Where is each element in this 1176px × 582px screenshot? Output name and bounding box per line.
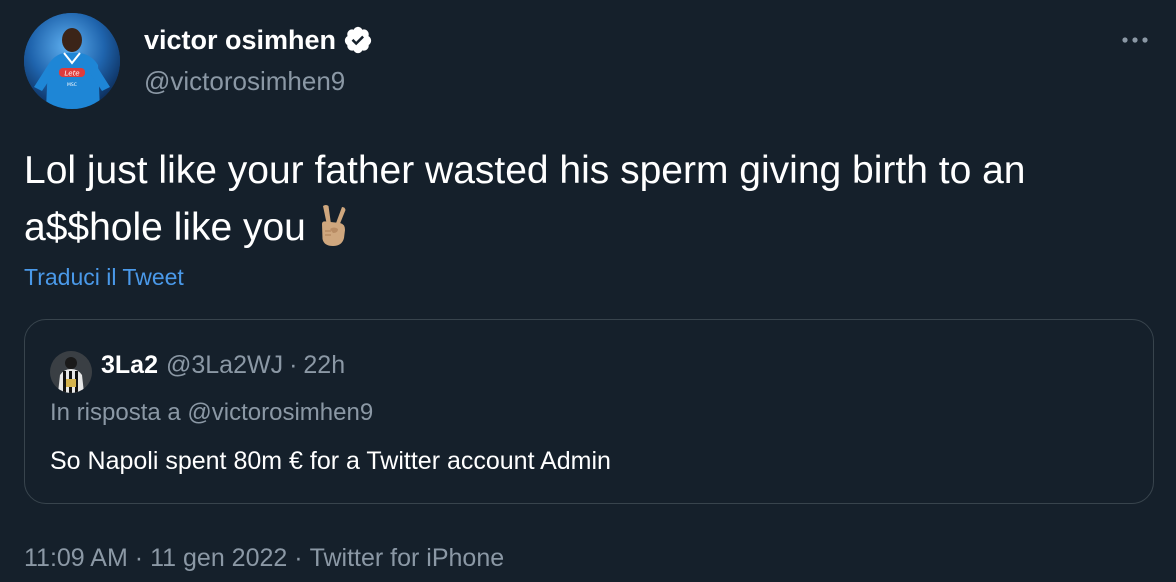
tweet-meta: 11:09 AM · 11 gen 2022 · Twitter for iPhone [24,541,504,575]
tweet-text-body: Lol just like your father wasted his spe… [24,149,1026,249]
quoted-author-handle[interactable]: @3La2WJ [166,351,283,379]
player-avatar-icon: Lete MSC [24,13,120,109]
quoted-tweet-text: So Napoli spent 80m € for a Twitter acco… [50,447,611,475]
quoted-tweet-header: 3La2 @3La2WJ · 22h [101,348,345,382]
separator-dot: · [294,544,303,572]
quoted-tweet-time[interactable]: 22h [303,351,345,379]
author-name-text: victor osimhen [144,25,337,55]
author-avatar[interactable]: Lete MSC [24,13,120,109]
reply-context: In risposta a @victorosimhen9 [50,399,374,426]
svg-text:MSC: MSC [67,82,77,88]
quoted-tweet-card[interactable]: 3La2 @3La2WJ · 22h In risposta a @victorosi… [24,319,1154,504]
translate-tweet-link[interactable]: Traduci il Tweet [24,262,184,292]
author-handle[interactable]: @victorosimhen9 [144,64,345,98]
author-name[interactable]: victor osimhen [144,22,373,58]
tweet-source[interactable]: Twitter for iPhone [310,544,505,572]
tweet-time[interactable]: 11:09 AM [24,544,128,572]
svg-text:Lete: Lete [64,70,79,78]
separator-dot: · [134,544,144,572]
more-options-icon[interactable] [1118,28,1152,52]
tweet-text: Lol just like your father wasted his spe… [24,142,1164,256]
verified-badge-icon [343,25,373,55]
quoted-avatar-icon [50,351,92,393]
separator-dot: · [289,351,298,379]
quoted-author-avatar[interactable] [50,351,92,393]
tweet-date[interactable]: 11 gen 2022 [150,544,287,572]
victory-hand-emoji-icon [310,202,356,248]
quoted-author-name[interactable]: 3La2 [101,351,158,379]
